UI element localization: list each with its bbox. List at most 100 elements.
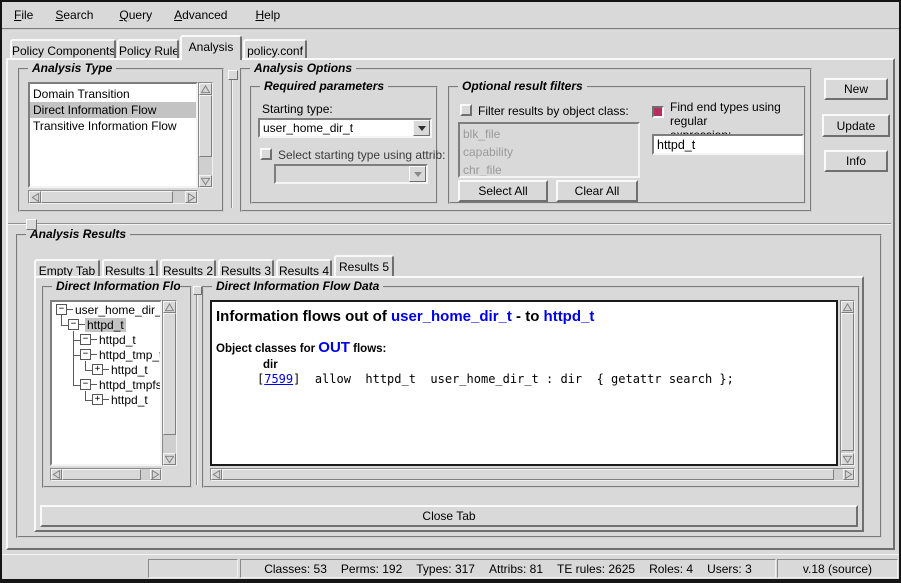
scrollbar-thumb[interactable] bbox=[199, 95, 212, 157]
analysis-type-listbox[interactable]: Domain Transition Direct Information Flo… bbox=[28, 82, 198, 188]
rule-number-link[interactable]: 7599 bbox=[264, 372, 293, 386]
update-button[interactable]: Update bbox=[822, 114, 890, 137]
menu-query[interactable]: Query bbox=[115, 6, 156, 24]
flow-heading-source: user_home_dir_t bbox=[391, 308, 512, 325]
tree-node-label[interactable]: httpd_tmp_t bbox=[97, 348, 162, 362]
menu-file[interactable]: File bbox=[10, 6, 37, 24]
dropdown-arrow-icon[interactable] bbox=[413, 120, 430, 136]
tab-results-3[interactable]: Results 3 bbox=[218, 259, 274, 276]
tab-policy-conf[interactable]: policy.conf bbox=[243, 39, 307, 58]
regex-input[interactable] bbox=[652, 134, 804, 155]
tab-policy-components[interactable]: Policy Components bbox=[10, 39, 116, 58]
tab-results-4[interactable]: Results 4 bbox=[276, 259, 332, 276]
analysis-tab-frame: Analysis Type Domain Transition Direct I… bbox=[6, 58, 895, 550]
scrollbar-thumb[interactable] bbox=[163, 313, 176, 435]
tree-node-label[interactable]: httpd_tmpfs_t bbox=[97, 378, 162, 392]
menu-help[interactable]: Help bbox=[251, 6, 284, 24]
scroll-down-icon[interactable] bbox=[841, 453, 854, 465]
tree-line bbox=[61, 325, 68, 326]
tree-node[interactable]: −httpd_t bbox=[52, 332, 160, 347]
pane-sash-line[interactable] bbox=[231, 80, 233, 208]
tree-expand-icon[interactable]: − bbox=[80, 349, 91, 360]
scroll-down-icon[interactable] bbox=[199, 175, 212, 187]
tree-line bbox=[73, 340, 80, 341]
tree-expand-icon[interactable]: + bbox=[92, 364, 103, 375]
tree-node[interactable]: −user_home_dir_t bbox=[52, 302, 160, 317]
scroll-up-icon[interactable] bbox=[163, 301, 176, 313]
scrollbar-thumb[interactable] bbox=[841, 313, 854, 451]
pane-sash-handle[interactable] bbox=[228, 70, 238, 80]
select-all-button[interactable]: Select All bbox=[458, 180, 548, 202]
attrib-checkbox[interactable] bbox=[260, 148, 272, 160]
tree-node-label[interactable]: httpd_t bbox=[109, 393, 150, 407]
required-parameters-title: Required parameters bbox=[260, 79, 388, 93]
flow-data-hscrollbar[interactable] bbox=[210, 468, 855, 481]
scroll-down-icon[interactable] bbox=[163, 453, 176, 465]
tree-node[interactable]: + httpd_t bbox=[52, 362, 160, 377]
tree-node-label[interactable]: user_home_dir_t bbox=[73, 303, 162, 317]
results-sash-handle[interactable] bbox=[26, 219, 37, 230]
tree-expand-icon[interactable]: − bbox=[80, 379, 91, 390]
tree-node[interactable]: −httpd_t bbox=[52, 317, 160, 332]
analysis-type-hscrollbar[interactable] bbox=[28, 190, 198, 204]
scroll-left-icon[interactable] bbox=[211, 469, 222, 480]
clear-all-button[interactable]: Clear All bbox=[556, 180, 638, 202]
results-sash-line[interactable] bbox=[8, 223, 891, 225]
tab-empty-tab[interactable]: Empty Tab bbox=[34, 259, 100, 276]
tree-expand-icon[interactable]: + bbox=[92, 394, 103, 405]
menu-query-initial: Q bbox=[119, 8, 128, 22]
starting-type-value[interactable]: user_home_dir_t bbox=[260, 120, 413, 136]
tree-line bbox=[85, 400, 92, 401]
scroll-right-icon[interactable] bbox=[185, 191, 197, 203]
scroll-right-icon[interactable] bbox=[150, 469, 161, 480]
tree-expand-icon[interactable]: − bbox=[68, 319, 79, 330]
status-version-box: v.18 (source) bbox=[777, 559, 898, 578]
filter-object-class-checkbox[interactable] bbox=[460, 104, 472, 116]
scroll-up-icon[interactable] bbox=[841, 301, 854, 313]
scrollbar-thumb[interactable] bbox=[62, 469, 141, 480]
scroll-left-icon[interactable] bbox=[51, 469, 62, 480]
status-te-rules: TE rules: 2625 bbox=[557, 562, 635, 576]
tree-node[interactable]: −httpd_tmp_t bbox=[52, 347, 160, 362]
tree-node[interactable]: + httpd_t bbox=[52, 392, 160, 407]
close-tab-button[interactable]: Close Tab bbox=[40, 505, 858, 527]
dropdown-arrow-icon bbox=[409, 166, 426, 182]
new-button[interactable]: New bbox=[824, 78, 888, 100]
tree-node-label[interactable]: httpd_t bbox=[109, 363, 150, 377]
tab-analysis[interactable]: Analysis bbox=[180, 35, 242, 60]
tab-results-1[interactable]: Results 1 bbox=[102, 259, 158, 276]
flow-tree-hscrollbar[interactable] bbox=[50, 468, 162, 481]
tree-data-sash-handle[interactable] bbox=[193, 286, 202, 295]
list-item-transitive-information-flow[interactable]: Transitive Information Flow bbox=[30, 118, 196, 134]
analysis-results-title: Analysis Results bbox=[26, 227, 130, 241]
tree-node-label[interactable]: httpd_t bbox=[85, 318, 126, 332]
menu-advanced-rest: dvanced bbox=[182, 8, 227, 22]
tree-node-label[interactable]: httpd_t bbox=[97, 333, 138, 347]
scroll-right-icon[interactable] bbox=[843, 469, 854, 480]
flow-tree[interactable]: −user_home_dir_t −httpd_t −httpd_t −http… bbox=[50, 300, 162, 466]
scroll-up-icon[interactable] bbox=[199, 83, 212, 95]
scroll-left-icon[interactable] bbox=[29, 191, 41, 203]
menu-search[interactable]: Search bbox=[51, 6, 97, 24]
list-item-domain-transition[interactable]: Domain Transition bbox=[30, 86, 196, 102]
status-perms: Perms: 192 bbox=[341, 562, 402, 576]
flow-subheading: Object classes for OUT flows: bbox=[216, 339, 836, 356]
info-button[interactable]: Info bbox=[824, 150, 888, 172]
flow-tree-vscrollbar[interactable] bbox=[162, 300, 177, 466]
regex-checkbox[interactable] bbox=[652, 106, 664, 118]
tree-expand-icon[interactable]: − bbox=[80, 334, 91, 345]
tree-node[interactable]: −httpd_tmpfs_t bbox=[52, 377, 160, 392]
scrollbar-thumb[interactable] bbox=[222, 469, 834, 480]
scrollbar-thumb[interactable] bbox=[41, 191, 173, 203]
flow-data-textarea[interactable]: Information flows out of user_home_dir_t… bbox=[210, 300, 838, 466]
analysis-type-vscrollbar[interactable] bbox=[198, 82, 213, 188]
tab-results-2[interactable]: Results 2 bbox=[160, 259, 216, 276]
menu-advanced[interactable]: Advanced bbox=[170, 6, 231, 24]
tab-results-5[interactable]: Results 5 bbox=[334, 255, 394, 276]
tab-policy-rules[interactable]: Policy Rules bbox=[117, 39, 179, 58]
tree-data-sash-line[interactable] bbox=[196, 295, 198, 485]
tree-expand-icon[interactable]: − bbox=[56, 304, 67, 315]
starting-type-combobox[interactable]: user_home_dir_t bbox=[258, 118, 432, 138]
list-item-direct-information-flow[interactable]: Direct Information Flow bbox=[30, 102, 196, 118]
flow-data-vscrollbar[interactable] bbox=[840, 300, 855, 466]
